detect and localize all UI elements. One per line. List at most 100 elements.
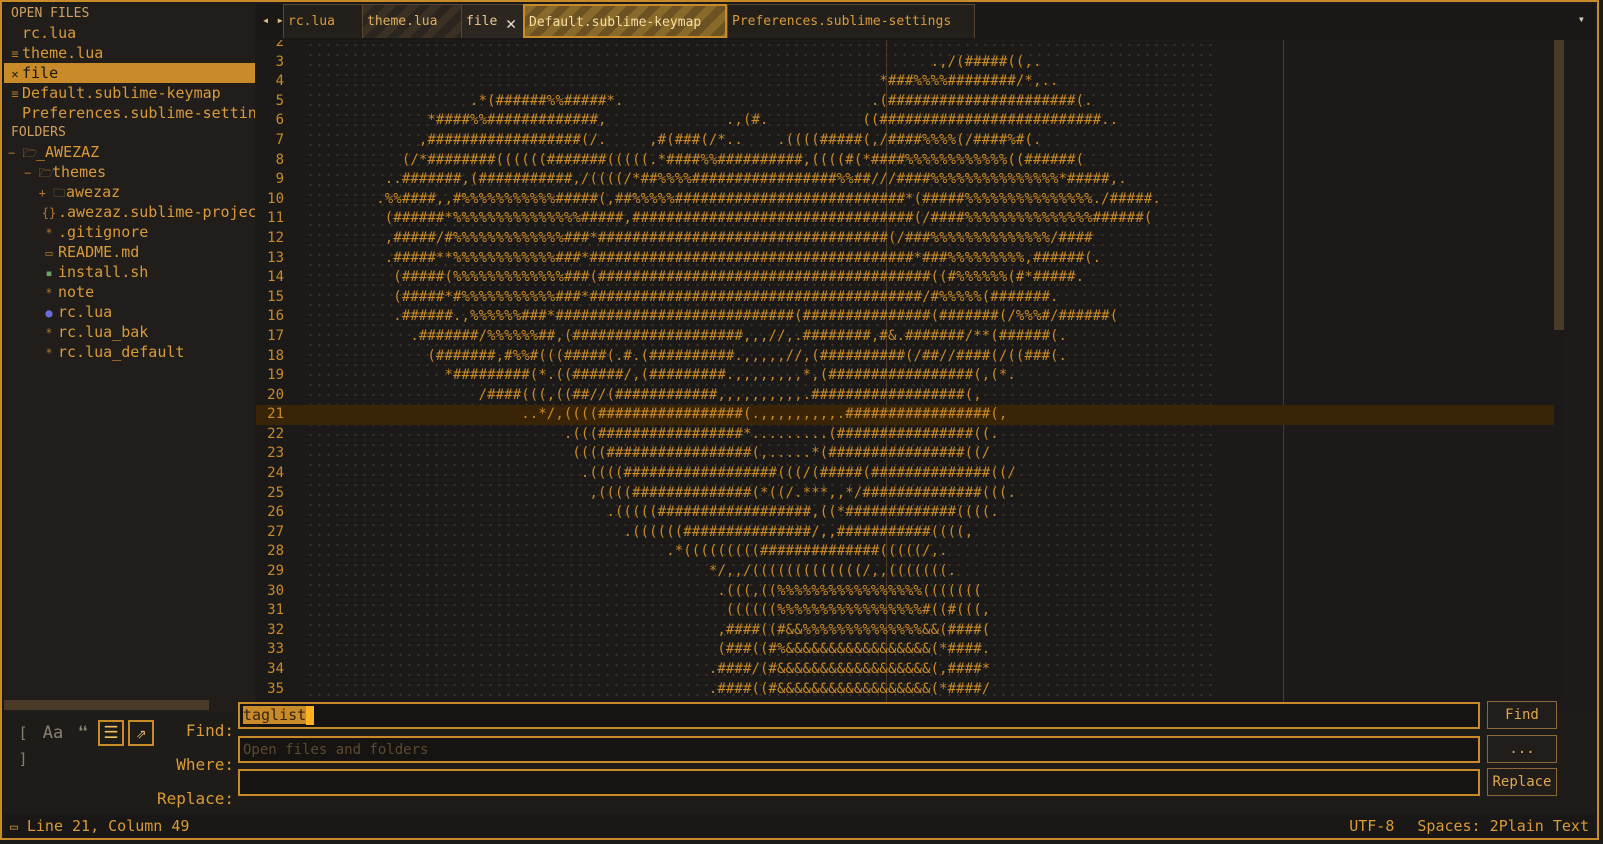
file-rc-lua-bak[interactable]: * rc.lua_bak: [4, 322, 255, 342]
tab-theme-lua[interactable]: theme.lua: [362, 4, 462, 38]
code-line[interactable]: 32 ,####((#&&%%%%%%%%%%%%%%&&(####(: [256, 621, 1554, 641]
code-line[interactable]: 13 .#####**%%%%%%%%%%%%###*#############…: [256, 249, 1554, 269]
line-number: 18: [267, 347, 284, 364]
regex-icon[interactable]: [ ]: [10, 720, 36, 768]
file-label: note: [58, 283, 95, 301]
code-line[interactable]: 11 (######*%%%%%%%%%%%%%%%#####,########…: [256, 209, 1554, 229]
code-line[interactable]: 20 /####(((,((##//(############,,,,,,,,,…: [256, 386, 1554, 406]
panel-toggle-icon[interactable]: ▭: [10, 820, 18, 835]
json-file-icon: {}: [41, 206, 57, 220]
code-line[interactable]: 12 ,#####/#%%%%%%%%%%%%%###*############…: [256, 229, 1554, 249]
code-line[interactable]: 7 ,##################(/. ,#(###(/*.. .((…: [256, 131, 1554, 151]
line-number: 16: [267, 308, 284, 325]
code-line[interactable]: 24 .((((##################(((/(#####(###…: [256, 464, 1554, 484]
code-line[interactable]: 33 (###((#%&&&&&&&&&&&&&&&&&(*####.: [256, 640, 1554, 660]
open-file-file[interactable]: ✕ file: [4, 63, 255, 83]
line-number: 8: [275, 151, 284, 168]
generic-file-icon: *: [45, 226, 53, 240]
sidebar-horizontal-scrollbar[interactable]: [4, 700, 209, 710]
indentation-indicator[interactable]: Spaces: 2: [1417, 817, 1498, 835]
file-rc-lua-default[interactable]: * rc.lua_default: [4, 342, 255, 362]
line-number: 31: [267, 602, 284, 619]
code-line[interactable]: 19 *#########(*.((######/,(#########.,,,…: [256, 366, 1554, 386]
whole-word-icon[interactable]: ❝: [70, 720, 96, 746]
generic-file-icon: *: [45, 346, 53, 360]
line-text: (######*%%%%%%%%%%%%%%%#####,###########…: [308, 210, 1153, 227]
line-number: 3: [275, 53, 284, 70]
find-value: taglist: [243, 706, 307, 724]
file-readme[interactable]: ▭ README.md: [4, 242, 255, 262]
editor-scrollbar-thumb[interactable]: [1554, 40, 1564, 330]
code-line[interactable]: 35 .####((#&&&&&&&&&&&&&&&&&&(*####/: [256, 680, 1554, 700]
line-text: (#####*#%%%%%%%%%%%###*#################…: [308, 288, 1059, 305]
file-sublime-project[interactable]: {} .awezaz.sublime-project: [4, 202, 255, 222]
case-sensitive-icon[interactable]: Aa: [40, 720, 66, 746]
tab-preferences[interactable]: Preferences.sublime-settings: [727, 4, 975, 38]
replace-button[interactable]: Replace: [1487, 768, 1557, 796]
editor-area[interactable]: 23 .,/(#####((,. 4 *###%%%%########/*,.. 5…: [256, 40, 1554, 702]
code-line[interactable]: 25 ,((((##############(*((/.***,,*/#####…: [256, 484, 1554, 504]
code-line[interactable]: 17 .#######/%%%%%%##,(##################…: [256, 327, 1554, 347]
use-buffer-icon[interactable]: ⇗: [128, 720, 154, 746]
line-number: 7: [275, 131, 284, 148]
line-text: (#####(%%%%%%%%%%%%%###(################…: [308, 269, 1085, 286]
where-options-button[interactable]: ...: [1487, 735, 1557, 763]
text-caret: [306, 706, 315, 725]
code-line[interactable]: 2: [256, 40, 1554, 53]
find-button[interactable]: Find: [1487, 701, 1557, 729]
line-text: *#########(*.((######/,(#########.,,,,,,…: [308, 367, 1016, 384]
open-file-label: theme.lua: [22, 44, 104, 62]
code-line[interactable]: 34 .####/(#&&&&&&&&&&&&&&&&&&(,####*: [256, 660, 1554, 680]
code-line[interactable]: 4 *###%%%%########/*,..: [256, 72, 1554, 92]
code-line[interactable]: 5 .*(######%%#####*. .(#################…: [256, 92, 1554, 112]
syntax-indicator[interactable]: Plain Text: [1499, 817, 1589, 835]
folder-awezaz[interactable]: + 🗀awezaz: [4, 182, 255, 202]
file-label: .gitignore: [58, 223, 149, 241]
code-line[interactable]: 18 (#######,#%%#(((#####(.#.(##########.…: [256, 347, 1554, 367]
open-file-preferences[interactable]: Preferences.sublime-settings: [4, 103, 255, 123]
tab-rc-lua[interactable]: rc.lua: [283, 4, 363, 38]
code-line[interactable]: 8 (/*########((((((#######(((((.*####%%#…: [256, 151, 1554, 171]
line-text: ((((((%%%%%%%%%%%%%%%%%#((#(((,: [308, 602, 991, 619]
file-install-sh[interactable]: ▪ install.sh: [4, 262, 255, 282]
folder-awezaz-root[interactable]: − 🗁_AWEZAZ: [4, 142, 255, 162]
tab-default-keymap[interactable]: Default.sublime-keymap: [523, 4, 727, 38]
replace-field[interactable]: [238, 769, 1480, 796]
line-text: (###((#%&&&&&&&&&&&&&&&&&(*####.: [308, 641, 991, 658]
code-line[interactable]: 22 .(((#################*.........(#####…: [256, 425, 1554, 445]
code-line[interactable]: 10 .%%####,,#%%%%%%%%%%%#####(,##%%%%%##…: [256, 190, 1554, 210]
tab-close-icon[interactable]: ✕: [506, 14, 516, 34]
tab-list-dropdown-icon[interactable]: ▾: [1578, 12, 1585, 26]
file-gitignore[interactable]: * .gitignore: [4, 222, 255, 242]
line-number: 20: [267, 386, 284, 403]
code-line[interactable]: 16 .######.,%%%%%%###*##################…: [256, 307, 1554, 327]
tab-scroll-arrows-icon[interactable]: ◂ ▸: [262, 13, 284, 27]
file-note[interactable]: * note: [4, 282, 255, 302]
code-line[interactable]: 27 .((((((###############/,,###########(…: [256, 523, 1554, 543]
code-line[interactable]: 26 .(((((##################,((*#########…: [256, 503, 1554, 523]
open-file-label: Preferences.sublime-settings: [22, 104, 255, 122]
find-field[interactable]: taglist: [238, 702, 1480, 729]
code-line[interactable]: 23 ((((#################(,.....*(#######…: [256, 444, 1554, 464]
open-file-rc-lua[interactable]: rc.lua: [4, 23, 255, 43]
code-line[interactable]: 29 */,,/(((((((((((((/,,(((((((.: [256, 562, 1554, 582]
open-file-theme-lua[interactable]: ≡ theme.lua: [4, 43, 255, 63]
line-text: ,((((##############(*((/.***,,*/########…: [308, 484, 1016, 501]
encoding-indicator[interactable]: UTF-8: [1349, 817, 1394, 835]
line-number: 12: [267, 229, 284, 246]
where-field[interactable]: Open files and folders: [238, 736, 1480, 763]
close-icon[interactable]: ✕: [8, 64, 22, 84]
code-line[interactable]: 15 (#####*#%%%%%%%%%%%###*##############…: [256, 288, 1554, 308]
show-context-icon[interactable]: ☰: [98, 720, 124, 746]
code-line[interactable]: 6 *####%%#############, .,(#. ((########…: [256, 111, 1554, 131]
open-file-default-keymap[interactable]: ≡ Default.sublime-keymap: [4, 83, 255, 103]
code-line[interactable]: 9 ..#######,(###########,/((((/*##%%%%##…: [256, 170, 1554, 190]
code-line[interactable]: 31 ((((((%%%%%%%%%%%%%%%%%#((#(((,: [256, 601, 1554, 621]
code-line[interactable]: 21 ..*/,((((#################(.,,,,,,,,,…: [256, 405, 1554, 425]
code-line[interactable]: 28 .*(((((((((##############(((((/,.: [256, 542, 1554, 562]
code-line[interactable]: 3 .,/(#####((,.: [256, 53, 1554, 73]
file-rc-lua[interactable]: ● rc.lua: [4, 302, 255, 322]
folder-themes[interactable]: − 🗁themes: [4, 162, 255, 182]
code-line[interactable]: 14 (#####(%%%%%%%%%%%%%###(#############…: [256, 268, 1554, 288]
code-line[interactable]: 30 .(((,((%%%%%%%%%%%%%%%%%(((((((: [256, 582, 1554, 602]
